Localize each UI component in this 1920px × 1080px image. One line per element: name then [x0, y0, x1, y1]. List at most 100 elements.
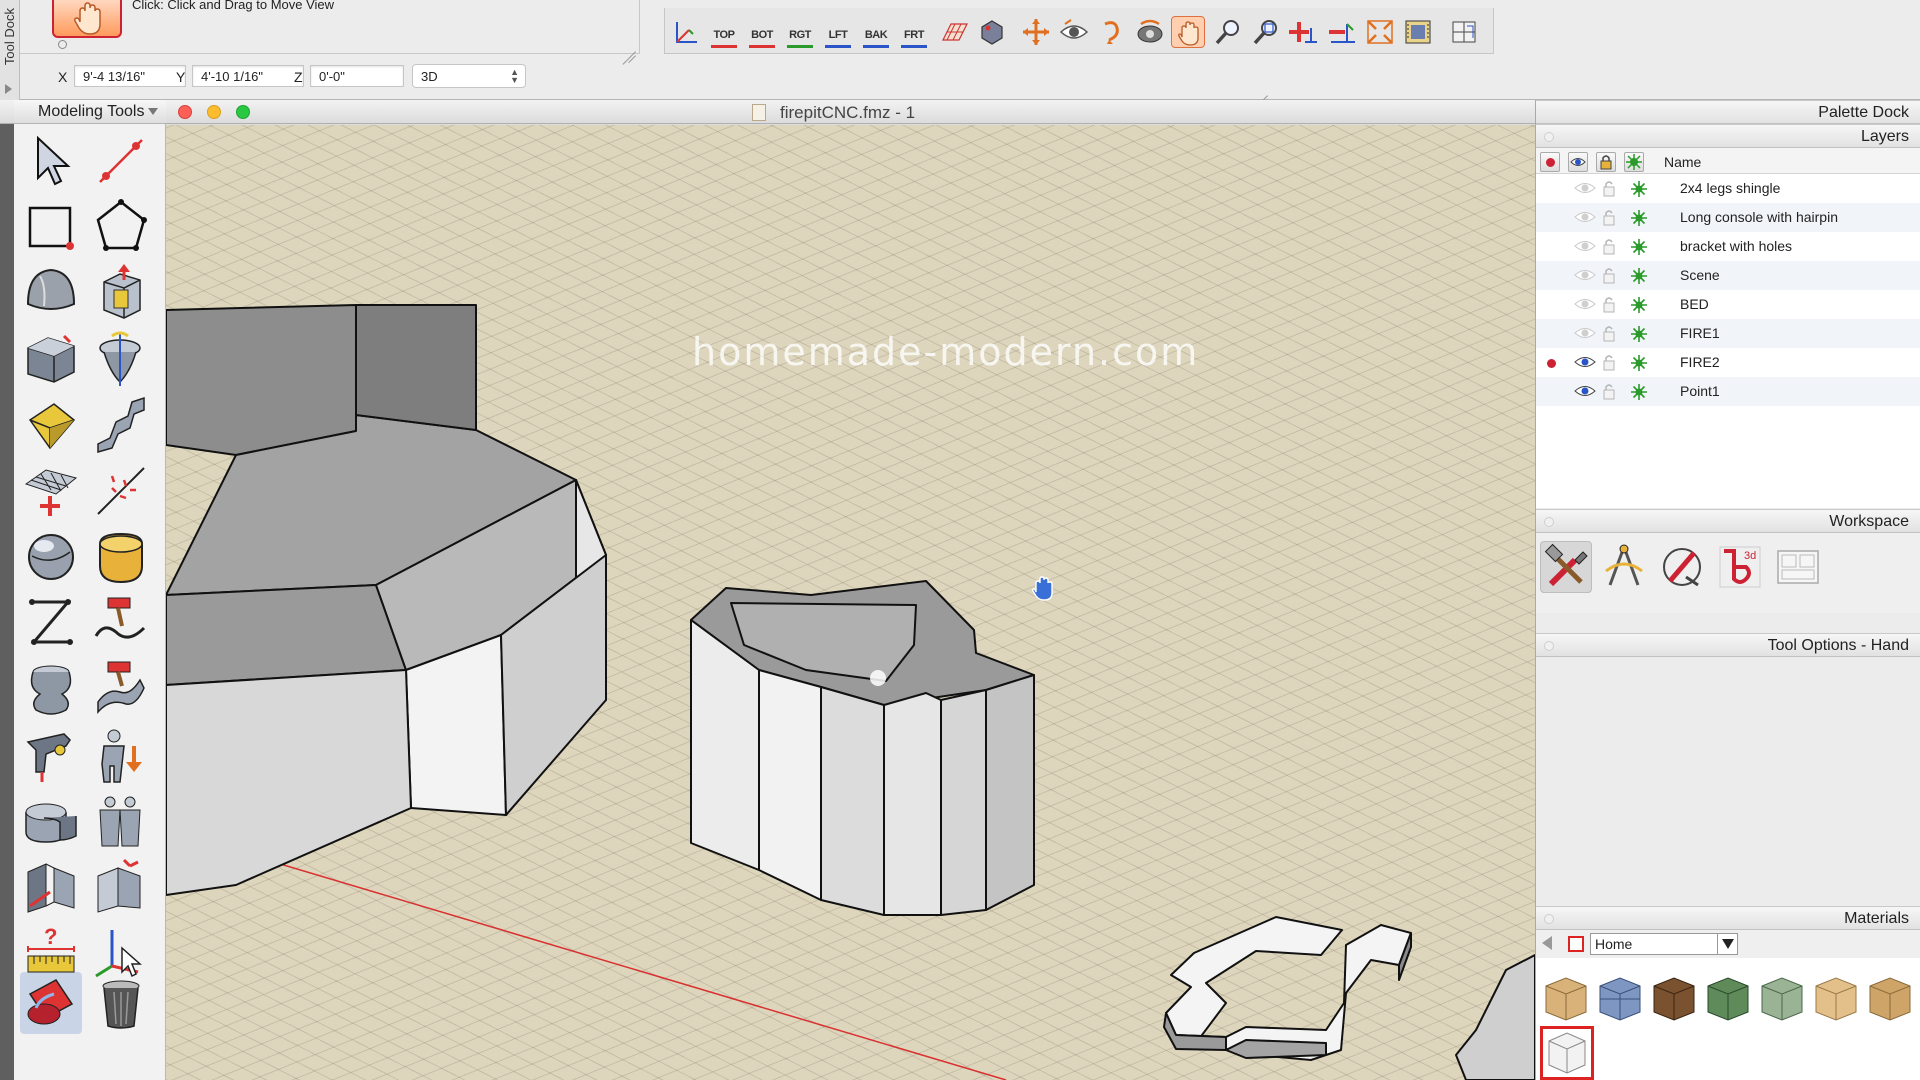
- pyramid-tool[interactable]: [20, 394, 82, 456]
- rotate-view-button[interactable]: [1095, 16, 1129, 48]
- snap-star-icon[interactable]: [1630, 238, 1648, 256]
- multiple-figures-tool[interactable]: [90, 790, 152, 852]
- eye-icon[interactable]: [1574, 239, 1596, 253]
- pan-orbit-button[interactable]: [1019, 16, 1053, 48]
- rounded-cylinder-tool[interactable]: [90, 526, 152, 588]
- sculpt-tool[interactable]: [20, 724, 82, 786]
- snap-star-icon[interactable]: [1630, 267, 1648, 285]
- right-view-button[interactable]: RGT: [783, 16, 817, 48]
- workspace-animation-button[interactable]: [1656, 541, 1708, 593]
- materials-collapse-icon[interactable]: [1544, 914, 1554, 924]
- workspace-modeling-button[interactable]: [1540, 541, 1592, 593]
- grid-add-tool[interactable]: [20, 460, 82, 522]
- material-category-select[interactable]: Home: [1590, 933, 1738, 955]
- eye-view-button[interactable]: [1057, 16, 1091, 48]
- zoom-window-button[interactable]: [1249, 16, 1283, 48]
- lock-icon[interactable]: [1602, 208, 1616, 226]
- 3d-viewport[interactable]: homemade-modern.com: [166, 125, 1535, 1080]
- eye-icon[interactable]: [1574, 297, 1596, 311]
- tool-dock-expand-icon[interactable]: [5, 84, 12, 94]
- materials-panel-header[interactable]: Materials: [1536, 906, 1920, 930]
- eye-icon[interactable]: [1574, 355, 1596, 369]
- lathe-tool[interactable]: [90, 328, 152, 390]
- rectangle-tool[interactable]: [20, 196, 82, 258]
- active-column-icon[interactable]: [1540, 152, 1560, 172]
- explode-tool[interactable]: [90, 460, 152, 522]
- group-tool[interactable]: [90, 856, 152, 918]
- axis-view-button[interactable]: [669, 16, 703, 48]
- zoom-window-traffic-button[interactable]: [236, 105, 250, 119]
- lock-icon[interactable]: [1602, 237, 1616, 255]
- minimize-window-button[interactable]: [207, 105, 221, 119]
- workspace-drafting-button[interactable]: [1598, 541, 1650, 593]
- layer-row[interactable]: BED: [1536, 290, 1920, 319]
- render-view-button[interactable]: [975, 16, 1009, 48]
- view-layout-button[interactable]: [1447, 16, 1481, 48]
- lock-icon[interactable]: [1602, 382, 1616, 400]
- workspace-panel-header[interactable]: Workspace: [1536, 509, 1920, 533]
- fit-view-button[interactable]: [1363, 16, 1397, 48]
- y-coordinate-field[interactable]: 4'-10 1/16": [192, 65, 304, 87]
- polygon-tool[interactable]: [90, 196, 152, 258]
- lock-icon[interactable]: [1602, 353, 1616, 371]
- palette-dock-header[interactable]: Palette Dock: [1536, 100, 1920, 124]
- visibility-column-icon[interactable]: [1568, 152, 1588, 172]
- z-coordinate-field[interactable]: 0'-0": [310, 65, 404, 87]
- dropdown-arrow-icon[interactable]: [1717, 934, 1737, 954]
- eye-icon[interactable]: [1574, 268, 1596, 282]
- layer-row[interactable]: Long console with hairpin: [1536, 203, 1920, 232]
- material-pine[interactable]: [1810, 974, 1862, 1024]
- tool-options-panel-header[interactable]: Tool Options - Hand: [1536, 633, 1920, 657]
- layers-panel-header[interactable]: Layers: [1536, 124, 1920, 148]
- front-view-button[interactable]: FRT: [897, 16, 931, 48]
- back-view-button[interactable]: BAK: [859, 16, 893, 48]
- snap-star-icon[interactable]: [1630, 354, 1648, 372]
- resize-grip-icon[interactable]: [1252, 80, 1268, 96]
- material-wood-dark[interactable]: [1648, 974, 1700, 1024]
- zoom-out-button[interactable]: [1325, 16, 1359, 48]
- film-strip-button[interactable]: [1401, 16, 1435, 48]
- current-tool-hand[interactable]: [52, 0, 122, 38]
- snap-star-icon[interactable]: [1630, 296, 1648, 314]
- snap-star-icon[interactable]: [1630, 180, 1648, 198]
- top-view-button[interactable]: TOP: [707, 16, 741, 48]
- workspace-3d-print-button[interactable]: 3d: [1714, 541, 1766, 593]
- boolean-tool[interactable]: [20, 790, 82, 852]
- current-material-swatch[interactable]: [1568, 936, 1584, 952]
- material-sage[interactable]: [1756, 974, 1808, 1024]
- eye-icon[interactable]: [1574, 210, 1596, 224]
- material-tile-blue[interactable]: [1594, 974, 1646, 1024]
- close-window-button[interactable]: [178, 105, 192, 119]
- zoom-in-button[interactable]: [1287, 16, 1321, 48]
- select-tool[interactable]: [20, 130, 82, 192]
- material-wood-light[interactable]: [1540, 974, 1592, 1024]
- material-white-selected[interactable]: [1540, 1026, 1594, 1080]
- resize-grip-icon[interactable]: [620, 36, 636, 52]
- material-green[interactable]: [1702, 974, 1754, 1024]
- active-layer-dot-icon[interactable]: [1547, 359, 1556, 368]
- modeling-tools-title-bar[interactable]: Modeling Tools: [14, 100, 166, 124]
- paint-tool[interactable]: [20, 972, 82, 1034]
- back-arrow-icon[interactable]: [1542, 936, 1552, 950]
- sphere-tool[interactable]: [20, 526, 82, 588]
- extrude-tool[interactable]: [90, 262, 152, 324]
- bottom-view-button[interactable]: BOT: [745, 16, 779, 48]
- camera-orbit-button[interactable]: [1133, 16, 1167, 48]
- tool-dock-tab[interactable]: Tool Dock: [0, 0, 20, 100]
- layer-row[interactable]: 2x4 legs shingle: [1536, 174, 1920, 203]
- palette-menu-icon[interactable]: [148, 108, 158, 115]
- split-tool[interactable]: [20, 856, 82, 918]
- delete-tool[interactable]: [90, 972, 152, 1034]
- lock-column-icon[interactable]: [1596, 152, 1616, 172]
- snap-star-icon[interactable]: [1630, 209, 1648, 227]
- zoom-button[interactable]: [1211, 16, 1245, 48]
- tool-options-collapse-icon[interactable]: [1544, 641, 1554, 651]
- eye-icon[interactable]: [1574, 326, 1596, 340]
- revolve-tool[interactable]: [20, 658, 82, 720]
- x-coordinate-field[interactable]: 9'-4 13/16": [74, 65, 186, 87]
- figure-tool[interactable]: [90, 724, 152, 786]
- lock-icon[interactable]: [1602, 295, 1616, 313]
- snap-star-icon[interactable]: [1630, 383, 1648, 401]
- hand-pan-button[interactable]: [1171, 16, 1205, 48]
- box-tool[interactable]: [20, 328, 82, 390]
